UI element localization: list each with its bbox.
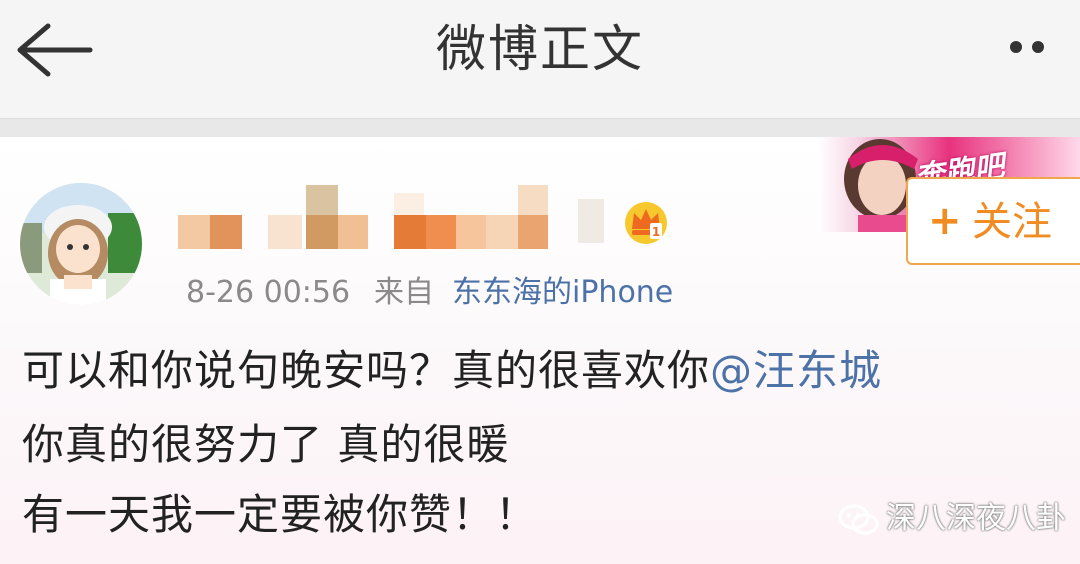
follow-button[interactable]: + 关注 xyxy=(906,177,1080,265)
source-link[interactable]: 东东海的iPhone xyxy=(452,273,673,313)
avatar[interactable] xyxy=(20,183,142,305)
svg-text:1: 1 xyxy=(652,225,660,239)
source-prefix: 来自 xyxy=(374,275,434,310)
avatar-image xyxy=(20,183,142,305)
mention-link[interactable]: @汪东城 xyxy=(710,346,882,395)
post-text-segment: 可以和你说句晚安吗？真的很喜欢你 xyxy=(22,346,711,395)
more-dots-icon[interactable] xyxy=(1010,38,1070,54)
username-redacted[interactable] xyxy=(178,185,608,249)
navigation-bar: 微博正文 xyxy=(0,0,1080,118)
watermark: 深八深夜八卦 xyxy=(838,497,1074,541)
watermark-text: 深八深夜八卦 xyxy=(886,501,1066,536)
post-text-line-2: 你真的很努力了 真的很暖 xyxy=(22,420,510,469)
post-text-line-3: 有一天我一定要被你赞！！ xyxy=(22,490,539,539)
post-text-line-1: 可以和你说句晚安吗？真的很喜欢你@汪东城 xyxy=(22,343,882,399)
post-card: 奔跑吧 1 8-26 00:56 来自 东东海的iPhone + 关注 可以和你… xyxy=(0,137,1080,564)
wechat-icon xyxy=(838,504,879,535)
page-title: 微博正文 xyxy=(436,20,644,78)
follow-label: 关注 xyxy=(972,199,1052,245)
section-divider xyxy=(0,118,1080,137)
post-timestamp: 8-26 00:56 xyxy=(186,275,351,310)
crown-icon: 1 xyxy=(625,202,667,244)
plus-icon: + xyxy=(928,198,962,244)
